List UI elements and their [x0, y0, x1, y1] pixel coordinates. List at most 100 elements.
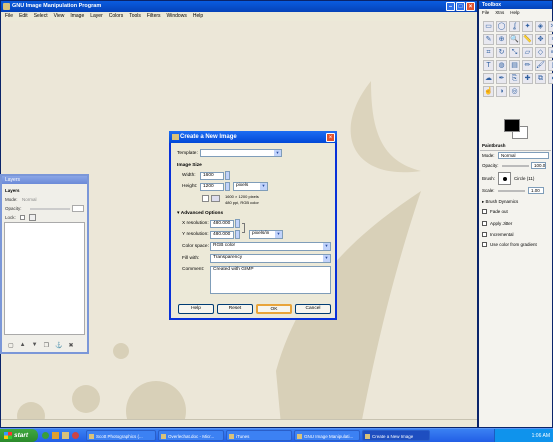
lower-layer-icon[interactable]: ▼	[32, 342, 38, 348]
quicklaunch-gimp-icon[interactable]	[62, 432, 69, 439]
color-select-icon[interactable]: ◈	[535, 21, 546, 32]
use-gradient-checkbox[interactable]	[482, 242, 487, 248]
template-select[interactable]: ▼	[200, 149, 282, 157]
apply-jitter-option[interactable]: Apply Jitter	[482, 221, 512, 227]
menu-layer[interactable]: Layer	[90, 12, 103, 21]
blend-icon[interactable]: ▤	[509, 60, 520, 71]
close-icon[interactable]: ×	[466, 2, 475, 11]
quicklaunch-media-icon[interactable]	[72, 432, 79, 439]
clone-icon[interactable]: ⎘	[509, 73, 520, 84]
incremental-checkbox[interactable]	[482, 232, 487, 238]
rotate-icon[interactable]: ↻	[496, 47, 507, 58]
help-button[interactable]: Help	[178, 304, 214, 314]
fade-out-checkbox[interactable]	[482, 209, 487, 215]
brush-preview[interactable]	[498, 172, 511, 185]
chain-link-icon[interactable]	[242, 223, 245, 233]
width-field[interactable]: 1600	[200, 172, 224, 180]
move-icon[interactable]: ✥	[535, 34, 546, 45]
pencil-icon[interactable]: ✏	[522, 60, 533, 71]
smudge-icon[interactable]: ☝	[483, 86, 494, 97]
dialog-close-icon[interactable]: ×	[326, 133, 335, 142]
toolbox-menu-help[interactable]: Help	[510, 9, 519, 17]
maximize-icon[interactable]: □	[456, 2, 465, 11]
menu-help[interactable]: Help	[193, 12, 203, 21]
res-unit-select[interactable]: pixels/in ▼	[249, 230, 283, 239]
tray-clock[interactable]: 1:06 AM	[532, 433, 550, 439]
taskbar-item-itunes[interactable]: iTunes	[226, 430, 292, 441]
bucket-icon[interactable]: ◍	[496, 60, 507, 71]
menu-colors[interactable]: Colors	[109, 12, 123, 21]
xres-field[interactable]: 480.000	[210, 220, 234, 228]
raise-layer-icon[interactable]: ▲	[20, 342, 26, 348]
airbrush-icon[interactable]: ☁	[483, 73, 494, 84]
minimize-icon[interactable]: –	[446, 2, 455, 11]
layers-opacity-slider[interactable]	[30, 208, 70, 210]
pb-scale-slider[interactable]	[498, 190, 525, 192]
taskbar-item-gimp[interactable]: GNU Image Manipulati...	[294, 430, 360, 441]
delete-layer-icon[interactable]: ✖	[68, 342, 73, 349]
height-spinner[interactable]	[225, 182, 230, 191]
fuzzy-select-icon[interactable]: ✦	[522, 21, 533, 32]
anchor-layer-icon[interactable]: ⚓	[55, 342, 62, 349]
perspective-icon[interactable]: ◇	[535, 47, 546, 58]
color-picker-icon[interactable]: ⊕	[496, 34, 507, 45]
ink-icon[interactable]: ✒	[496, 73, 507, 84]
menu-tools[interactable]: Tools	[129, 12, 141, 21]
foreground-select-icon[interactable]: ◎	[509, 86, 520, 97]
measure-icon[interactable]: 📏	[522, 34, 533, 45]
layers-list[interactable]	[4, 222, 85, 335]
paths-icon[interactable]: ✎	[483, 34, 494, 45]
foreground-color-swatch[interactable]	[504, 119, 520, 132]
eraser-icon[interactable]: ▯	[548, 60, 553, 71]
menu-image[interactable]: Image	[70, 12, 84, 21]
height-field[interactable]: 1200	[200, 183, 224, 191]
paintbrush-icon[interactable]: 🖌	[535, 60, 546, 71]
fill-select[interactable]: Transparency ▼	[210, 254, 331, 263]
menu-windows[interactable]: Windows	[167, 12, 187, 21]
menu-edit[interactable]: Edit	[19, 12, 28, 21]
toolbox-menu-file[interactable]: File	[482, 9, 489, 17]
menu-view[interactable]: View	[54, 12, 65, 21]
toolbox-menu-xtns[interactable]: Xtns	[495, 9, 504, 17]
use-gradient-option[interactable]: Use color from gradient	[482, 242, 537, 248]
layers-mode-select[interactable]: Normal	[22, 197, 37, 202]
yres-field[interactable]: 480.000	[210, 231, 234, 239]
menu-file[interactable]: File	[5, 12, 13, 21]
cancel-button[interactable]: Cancel	[295, 304, 331, 314]
flip-icon[interactable]: ⇋	[548, 47, 553, 58]
duplicate-layer-icon[interactable]: ❐	[44, 342, 49, 349]
portrait-icon[interactable]	[202, 195, 209, 202]
layers-title-bar[interactable]: Layers	[2, 176, 87, 184]
incremental-option[interactable]: Incremental	[482, 232, 514, 238]
taskbar-item-photographics[interactable]: Scott Photographics (...	[86, 430, 156, 441]
start-button[interactable]: start	[0, 429, 38, 442]
advanced-options-expander[interactable]: ▾ Advanced Options	[177, 211, 223, 216]
scale-icon[interactable]: ⤡	[509, 47, 520, 58]
pb-opacity-field[interactable]: 100.0	[531, 162, 546, 169]
shear-icon[interactable]: ▱	[522, 47, 533, 58]
heal-icon[interactable]: ✚	[522, 73, 533, 84]
width-spinner[interactable]	[225, 171, 230, 180]
lock-alpha-checkbox[interactable]	[20, 215, 25, 220]
pb-scale-field[interactable]: 1.00	[528, 187, 544, 194]
dialog-title-bar[interactable]: Create a New Image	[169, 131, 337, 143]
quicklaunch-folder-icon[interactable]	[52, 432, 59, 439]
ellipse-select-icon[interactable]: ◯	[496, 21, 507, 32]
comment-textarea[interactable]: Created with GIMP	[210, 266, 331, 294]
landscape-icon[interactable]	[211, 195, 220, 202]
apply-jitter-checkbox[interactable]	[482, 221, 487, 227]
crop-icon[interactable]: ⌗	[483, 47, 494, 58]
taskbar-item-new-image[interactable]: Create a New Image	[362, 430, 430, 441]
yres-spinner[interactable]	[235, 230, 240, 239]
lasso-icon[interactable]: ʆ	[509, 21, 520, 32]
rect-select-icon[interactable]: ▭	[483, 21, 494, 32]
taskbar-item-word[interactable]: Overlechat.doc - Micr...	[158, 430, 224, 441]
perspective-clone-icon[interactable]: ⧉	[535, 73, 546, 84]
zoom-icon[interactable]: 🔍	[509, 34, 520, 45]
pb-mode-select[interactable]: Normal	[498, 152, 549, 159]
layers-opacity-field[interactable]	[72, 205, 84, 212]
ok-button[interactable]: OK	[256, 304, 292, 314]
xres-spinner[interactable]	[235, 219, 240, 228]
align-icon[interactable]: ≡	[548, 34, 553, 45]
dodge-icon[interactable]: ◑	[496, 86, 507, 97]
